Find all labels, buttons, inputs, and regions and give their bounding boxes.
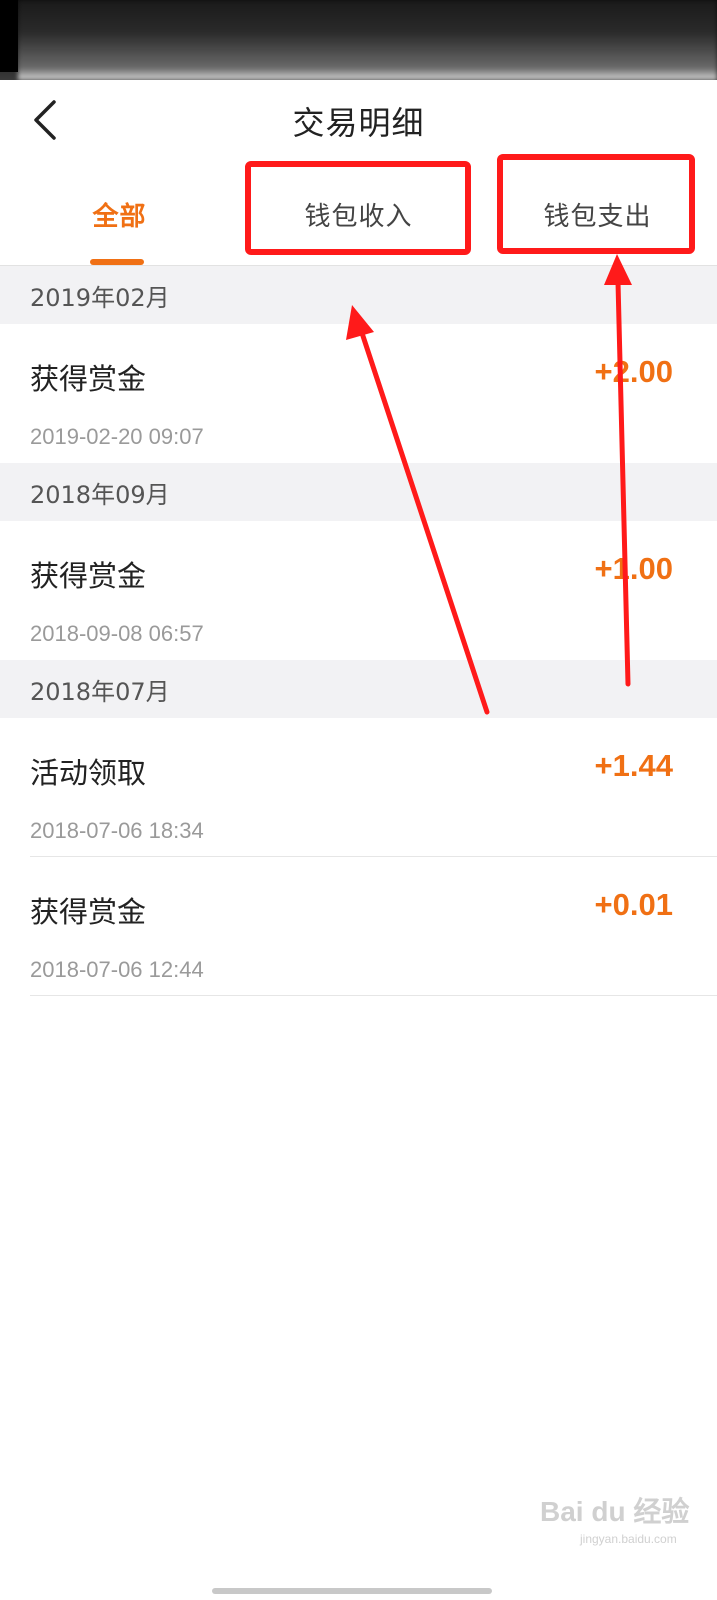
month-header: 2018年09月 bbox=[0, 463, 717, 521]
transaction-amount: +0.01 bbox=[594, 887, 673, 922]
transaction-row[interactable]: 活动领取 2018-07-06 18:34 +1.44 bbox=[0, 718, 717, 857]
transaction-amount: +1.00 bbox=[594, 551, 673, 586]
month-header: 2019年02月 bbox=[0, 266, 717, 324]
transaction-time: 2019-02-20 09:07 bbox=[30, 424, 204, 449]
transaction-title: 获得赏金 bbox=[30, 559, 147, 593]
watermark-url: jingyan.baidu.com bbox=[580, 1532, 677, 1546]
status-bar-blur bbox=[18, 0, 717, 80]
transaction-time: 2018-07-06 12:44 bbox=[30, 957, 204, 982]
active-tab-indicator bbox=[90, 259, 144, 265]
tab-wallet-income[interactable]: 钱包收入 bbox=[239, 164, 478, 265]
transaction-title: 获得赏金 bbox=[30, 895, 147, 929]
watermark-logo: Bai du 经验 bbox=[540, 1496, 690, 1527]
tab-all-label: 全部 bbox=[92, 202, 147, 232]
tab-bar: 全部 钱包收入 钱包支出 bbox=[0, 164, 717, 266]
transaction-amount: +2.00 bbox=[594, 354, 673, 389]
nav-bar: 交易明细 bbox=[0, 80, 717, 164]
tab-wallet-income-label: 钱包收入 bbox=[304, 202, 413, 232]
page-title: 交易明细 bbox=[292, 104, 425, 142]
transaction-time: 2018-09-08 06:57 bbox=[30, 621, 204, 646]
transaction-row[interactable]: 获得赏金 2019-02-20 09:07 +2.00 bbox=[0, 324, 717, 463]
transaction-time: 2018-07-06 18:34 bbox=[30, 818, 204, 843]
transaction-amount: +1.44 bbox=[594, 748, 673, 783]
status-bar-edge bbox=[0, 0, 18, 72]
tab-wallet-expense[interactable]: 钱包支出 bbox=[478, 164, 717, 265]
tab-all[interactable]: 全部 bbox=[0, 164, 239, 265]
transaction-row[interactable]: 获得赏金 2018-07-06 12:44 +0.01 bbox=[0, 857, 717, 996]
transaction-title: 获得赏金 bbox=[30, 362, 147, 396]
home-indicator bbox=[212, 1588, 492, 1594]
tab-wallet-expense-label: 钱包支出 bbox=[543, 202, 652, 232]
month-header: 2018年07月 bbox=[0, 660, 717, 718]
status-bar bbox=[0, 0, 717, 80]
transaction-title: 活动领取 bbox=[30, 756, 147, 790]
transaction-list: 2019年02月 获得赏金 2019-02-20 09:07 +2.00 201… bbox=[0, 266, 717, 996]
transaction-row[interactable]: 获得赏金 2018-09-08 06:57 +1.00 bbox=[0, 521, 717, 660]
